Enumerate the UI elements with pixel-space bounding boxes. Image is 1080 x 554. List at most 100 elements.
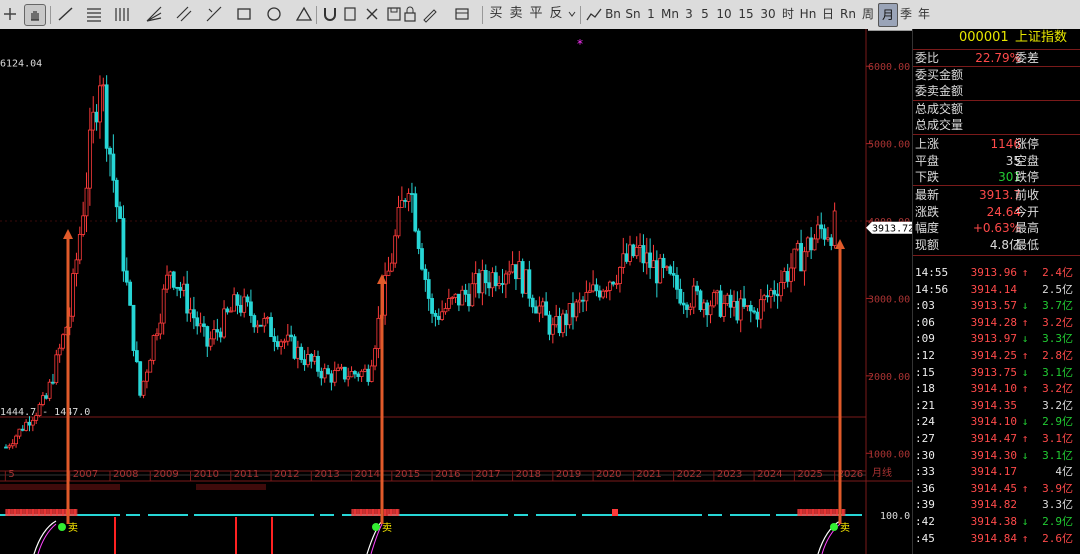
ellipse-tool-icon[interactable] bbox=[264, 4, 284, 24]
candle-body bbox=[651, 260, 656, 268]
candle-body bbox=[353, 371, 357, 375]
candle-body bbox=[805, 237, 810, 253]
tick-direction-icon: ↑ bbox=[1021, 266, 1029, 279]
candle-body bbox=[561, 313, 565, 334]
tick-row: :33 3914.17 4亿 bbox=[913, 464, 1080, 481]
breadth-label2: 跌停 bbox=[1015, 170, 1040, 184]
candle-body bbox=[430, 298, 434, 314]
period-5-button[interactable]: 3 bbox=[682, 3, 696, 25]
candle-body bbox=[795, 243, 800, 250]
monthly-candlestick-chart[interactable]: 6000.005000.004000.003000.002000.001000.… bbox=[0, 29, 912, 554]
x-tick-label: 2011 bbox=[234, 469, 259, 480]
tick-price: 3914.82 bbox=[970, 498, 1017, 512]
candle-body bbox=[755, 311, 760, 320]
candle-body bbox=[708, 305, 713, 316]
period-3-button[interactable]: 1 bbox=[644, 3, 658, 25]
candle-body bbox=[212, 329, 216, 340]
period-16-button[interactable]: 季 bbox=[898, 3, 914, 25]
tick-volume: 3.1亿 bbox=[1042, 365, 1073, 379]
copy-icon[interactable] bbox=[340, 4, 360, 24]
y-tick-label: 1000.00 bbox=[868, 449, 910, 460]
quote-value: 24.64 bbox=[986, 204, 1021, 219]
tick-price: 3913.96 bbox=[970, 266, 1017, 279]
channel-tool-icon[interactable] bbox=[174, 4, 194, 24]
fib-tool-icon[interactable] bbox=[84, 4, 104, 24]
line-tool-icon[interactable] bbox=[56, 4, 76, 24]
candle-body bbox=[574, 301, 579, 318]
candle-body bbox=[735, 300, 740, 321]
tick-price: 3914.47 bbox=[970, 432, 1017, 445]
period-17-button[interactable]: 年 bbox=[916, 3, 932, 25]
period-14-button[interactable]: 周 bbox=[860, 3, 876, 25]
candle-body bbox=[322, 368, 327, 379]
magnet-icon[interactable] bbox=[320, 4, 340, 24]
candle-body bbox=[752, 310, 757, 313]
candle-body bbox=[255, 324, 260, 328]
period-2-button[interactable]: Sn bbox=[624, 3, 642, 25]
period-12-button[interactable]: 日 bbox=[820, 3, 836, 25]
period-1-button[interactable]: Bn bbox=[604, 3, 622, 25]
y-tick-label: 3000.00 bbox=[868, 294, 910, 305]
candle-body bbox=[134, 350, 139, 363]
period-15-button[interactable]: 月 bbox=[878, 3, 898, 27]
close-position-button[interactable]: 平 bbox=[528, 3, 544, 25]
candle-body bbox=[544, 301, 549, 316]
tick-volume: 2.4亿 bbox=[1042, 266, 1073, 279]
period-8-button[interactable]: 15 bbox=[736, 3, 756, 25]
x-tick-label: 2007 bbox=[73, 469, 98, 480]
quote-label2: 前收 bbox=[1015, 188, 1040, 202]
reverse-button[interactable]: 反 bbox=[548, 3, 564, 25]
period-13-button[interactable]: Rn bbox=[838, 3, 858, 25]
candle-body bbox=[520, 261, 525, 294]
candle-body bbox=[420, 248, 424, 270]
x-tick-label: 2017 bbox=[475, 469, 500, 480]
tick-row: :45 3914.84 ↑ 2.6亿 bbox=[913, 531, 1080, 548]
breadth-label2: 涨停 bbox=[1015, 137, 1040, 151]
candle-body bbox=[121, 218, 126, 272]
candle-body bbox=[671, 273, 676, 276]
buy-button[interactable]: 买 bbox=[488, 3, 504, 25]
candle-body bbox=[205, 326, 210, 347]
delete-icon[interactable] bbox=[362, 4, 382, 24]
candle-body bbox=[118, 206, 122, 219]
triangle-tool-icon[interactable] bbox=[294, 4, 314, 24]
fan-tool-icon[interactable] bbox=[144, 4, 164, 24]
period-7-button[interactable]: 10 bbox=[714, 3, 734, 25]
template-icon[interactable] bbox=[452, 4, 472, 24]
candle-body bbox=[101, 84, 106, 87]
cursor-icon[interactable] bbox=[0, 4, 20, 24]
tick-time: :39 bbox=[915, 498, 935, 512]
tick-time: 14:55 bbox=[915, 266, 949, 279]
bars-tool-icon[interactable] bbox=[112, 4, 132, 24]
candle-body bbox=[460, 289, 465, 306]
dropdown-icon[interactable] bbox=[566, 4, 578, 24]
gann-tool-icon[interactable] bbox=[204, 4, 224, 24]
candle-body bbox=[4, 446, 8, 449]
rectangle-tool-icon[interactable] bbox=[234, 4, 254, 24]
quote-row: 涨跌 24.64 今开 bbox=[913, 204, 1080, 220]
chart-type-icon[interactable] bbox=[584, 4, 604, 24]
candle-body bbox=[14, 435, 18, 445]
breadth-row: 下跌 301 跌停 bbox=[913, 169, 1080, 185]
candle-body bbox=[497, 283, 502, 287]
period-11-button[interactable]: Hn bbox=[798, 3, 818, 25]
candle-body bbox=[191, 309, 196, 319]
period-6-button[interactable]: 5 bbox=[698, 3, 712, 25]
sell-button[interactable]: 卖 bbox=[508, 3, 524, 25]
candle-body bbox=[27, 421, 32, 426]
tick-direction-icon: ↓ bbox=[1021, 332, 1029, 346]
hand-icon[interactable] bbox=[24, 4, 46, 26]
x-tick-label: 2019 bbox=[556, 469, 581, 480]
candle-body bbox=[306, 354, 310, 366]
period-10-button[interactable]: 时 bbox=[780, 3, 796, 25]
candle-body bbox=[24, 421, 29, 431]
period-9-button[interactable]: 30 bbox=[758, 3, 778, 25]
pen-color-icon[interactable] bbox=[420, 4, 440, 24]
period-4-button[interactable]: Mn bbox=[660, 3, 680, 25]
candle-body bbox=[275, 341, 280, 347]
tick-direction-icon: ↑ bbox=[1021, 531, 1029, 545]
tick-price: 3914.28 bbox=[970, 315, 1017, 329]
lock-icon[interactable] bbox=[400, 4, 420, 24]
candle-body bbox=[259, 324, 263, 327]
candle-body bbox=[436, 315, 441, 320]
